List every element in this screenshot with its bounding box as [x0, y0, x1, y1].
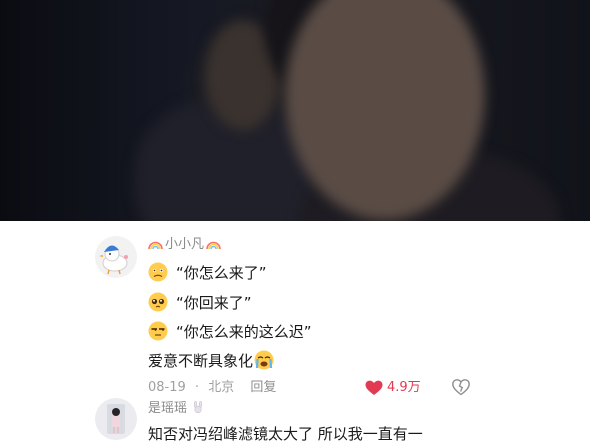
comment-line: 爱意不断具象化: [148, 348, 274, 374]
comment-line-text: “你回来了”: [176, 294, 252, 312]
unamused-face-icon: [148, 321, 168, 341]
comment-line-text: 爱意不断具象化: [148, 352, 254, 370]
worried-face-icon: [148, 262, 168, 282]
comment-line: “你怎么来了”: [148, 260, 267, 286]
comment-location: 北京: [208, 380, 235, 395]
avatar[interactable]: [95, 398, 137, 440]
comment-line-text: “你怎么来了”: [176, 264, 267, 282]
comment-line: “你怎么来的这么迟”: [148, 319, 312, 345]
rainbow-icon: [206, 241, 221, 249]
comment-username[interactable]: 小小凡: [146, 237, 223, 253]
comment-item: 小小凡 “你怎么来了” “你回来了” “你怎么来的这么迟” 爱意不断具象化 08…: [0, 221, 590, 401]
username-text: 是瑶瑶: [148, 401, 188, 416]
comment-line-text: 知否对冯绍峰滤镜太大了 所以我一直有一: [148, 425, 423, 443]
comment-line: “你回来了”: [148, 290, 252, 316]
pleading-face-icon: [148, 292, 168, 312]
broken-heart-icon: [452, 379, 470, 396]
meta-separator: ·: [194, 380, 200, 395]
avatar[interactable]: [95, 236, 137, 278]
comment-item: 是瑶瑶 知否对冯绍峰滤镜太大了 所以我一直有一: [0, 395, 590, 443]
rainbow-icon: [148, 241, 163, 249]
reply-button[interactable]: 回复: [250, 380, 276, 396]
like-count: 4.9万: [387, 380, 421, 395]
comment-line: 知否对冯绍峰滤镜太大了 所以我一直有一: [148, 421, 423, 447]
loudly-crying-face-icon: [254, 350, 274, 370]
comment-meta: 08-19 · 北京 回复: [148, 380, 276, 396]
heart-icon: [365, 380, 383, 395]
comment-username[interactable]: 是瑶瑶: [148, 400, 205, 417]
rabbit-icon: [194, 400, 203, 414]
username-text: 小小凡: [165, 237, 205, 252]
comment-date: 08-19: [148, 380, 186, 395]
comment-line-text: “你怎么来的这么迟”: [176, 323, 312, 341]
video-player[interactable]: [0, 0, 590, 221]
like-button[interactable]: 4.9万: [365, 380, 421, 396]
